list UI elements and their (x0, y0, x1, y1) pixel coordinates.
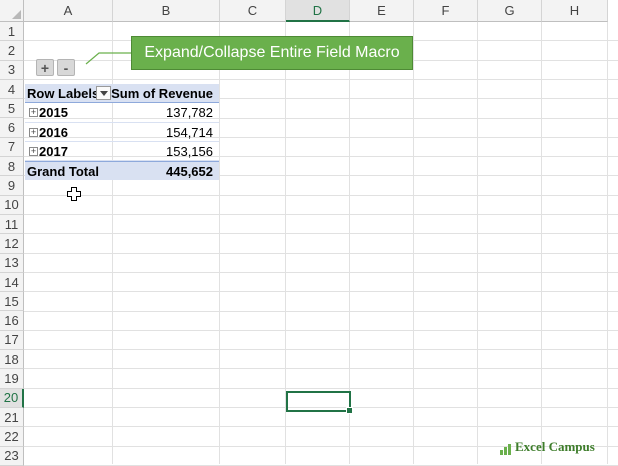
grand-total-value: 445,652 (166, 164, 213, 180)
pivot-row: + 2017 153,156 (25, 142, 219, 162)
expand-field-button[interactable]: + (36, 59, 54, 76)
excel-campus-logo: Excel Campus (500, 439, 595, 455)
row-header-19[interactable]: 19 (0, 369, 24, 389)
row-header-4[interactable]: 4 (0, 79, 24, 100)
row-header-1[interactable]: 1 (0, 22, 24, 42)
row-gridline (24, 368, 618, 370)
row-header-10[interactable]: 10 (0, 195, 24, 215)
row-header-15[interactable]: 15 (0, 292, 24, 312)
row-gridline (24, 329, 618, 331)
row-header-2[interactable]: 2 (0, 41, 24, 61)
column-gridline (541, 22, 542, 464)
select-all-triangle (12, 10, 21, 19)
column-gridline (477, 22, 478, 464)
collapse-field-button[interactable]: - (57, 59, 75, 76)
pivot-row: + 2016 154,714 (25, 123, 219, 142)
row-headers: 1 2 3 4 5 6 7 8 9 10 11 12 13 14 15 16 1… (0, 22, 24, 466)
expand-icon[interactable]: + (29, 146, 38, 156)
pivot-row-value: 154,714 (166, 124, 213, 140)
value-field-header: Sum of Revenue (111, 86, 213, 101)
row-labels-header: Row Labels (27, 86, 100, 101)
logo-bars-icon (500, 444, 512, 455)
column-gridline (607, 22, 608, 464)
row-header-3[interactable]: 3 (0, 60, 24, 80)
row-header-12[interactable]: 12 (0, 234, 24, 254)
row-gridline (24, 349, 618, 351)
column-header-f[interactable]: F (414, 0, 478, 22)
column-headers: A B C D E F G H (24, 0, 608, 22)
row-header-9[interactable]: 9 (0, 176, 24, 196)
logo-text: Excel Campus (515, 439, 595, 454)
pivot-row-label: 2016 (39, 124, 68, 140)
column-gridline (219, 22, 220, 464)
row-header-16[interactable]: 16 (0, 311, 24, 331)
column-header-b[interactable]: B (113, 0, 220, 22)
column-header-e[interactable]: E (350, 0, 414, 22)
pivot-row-label: 2015 (39, 105, 68, 121)
row-gridline (24, 426, 618, 428)
row-gridline (24, 291, 618, 293)
row-header-11[interactable]: 11 (0, 214, 24, 235)
expand-icon[interactable]: + (29, 127, 38, 137)
row-header-20[interactable]: 20 (0, 388, 24, 408)
row-header-17[interactable]: 17 (0, 330, 24, 351)
row-header-6[interactable]: 6 (0, 118, 24, 138)
row-header-8[interactable]: 8 (0, 157, 24, 177)
column-header-c[interactable]: C (220, 0, 286, 22)
row-labels-filter-button[interactable] (96, 86, 111, 100)
pivot-table[interactable]: Row Labels Sum of Revenue + 2015 137,782… (25, 84, 219, 181)
pivot-row-label: 2017 (39, 143, 68, 159)
active-cell-d20[interactable] (286, 391, 353, 414)
row-gridline (24, 214, 618, 215)
callout-connector (85, 52, 132, 65)
column-header-g[interactable]: G (478, 0, 542, 22)
cell-cursor-icon (67, 187, 81, 201)
column-header-d[interactable]: D (286, 0, 350, 22)
row-gridline (24, 387, 618, 389)
select-all-corner[interactable] (0, 0, 24, 22)
row-header-13[interactable]: 13 (0, 253, 24, 273)
macro-callout: Expand/Collapse Entire Field Macro (131, 36, 413, 70)
column-header-a[interactable]: A (24, 0, 113, 22)
grand-total-row: Grand Total 445,652 (25, 161, 219, 181)
pivot-row-value: 153,156 (166, 143, 213, 159)
column-header-h[interactable]: H (542, 0, 608, 22)
row-header-7[interactable]: 7 (0, 137, 24, 158)
pivot-header-row: Row Labels Sum of Revenue (25, 84, 219, 104)
column-gridline (413, 22, 414, 464)
pivot-row-value: 137,782 (166, 105, 213, 121)
row-header-5[interactable]: 5 (0, 99, 24, 119)
row-gridline (24, 271, 618, 273)
expand-icon[interactable]: + (29, 108, 38, 118)
row-gridline (24, 310, 618, 312)
row-gridline (24, 194, 618, 196)
row-gridline (24, 252, 618, 254)
row-header-18[interactable]: 18 (0, 350, 24, 370)
row-header-23[interactable]: 23 (0, 446, 24, 466)
row-gridline (24, 233, 618, 235)
grand-total-label: Grand Total (27, 164, 99, 180)
row-gridline (24, 78, 618, 80)
row-header-14[interactable]: 14 (0, 272, 24, 293)
row-header-22[interactable]: 22 (0, 427, 24, 447)
row-header-21[interactable]: 21 (0, 407, 24, 428)
pivot-row: + 2015 137,782 (25, 103, 219, 123)
